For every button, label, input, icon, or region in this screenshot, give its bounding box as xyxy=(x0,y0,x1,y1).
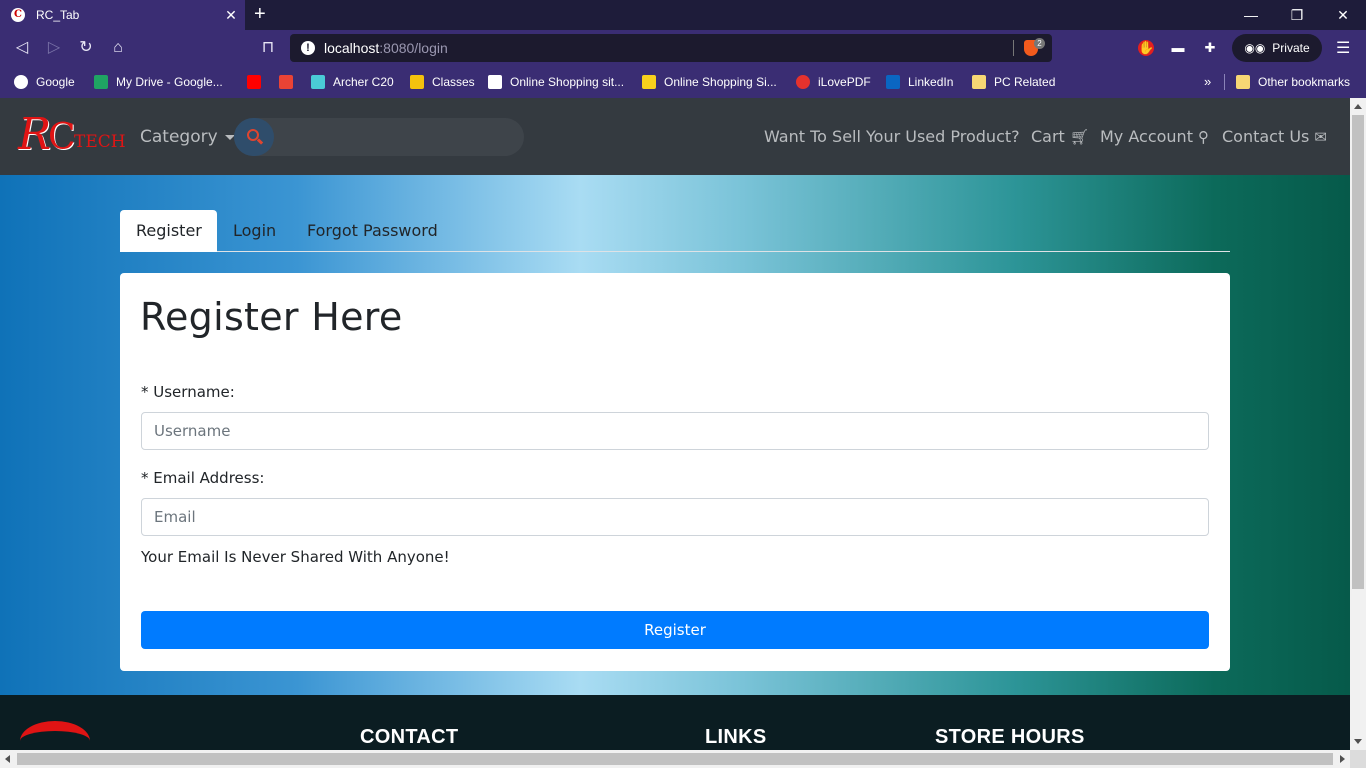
close-window-icon[interactable]: ✕ xyxy=(1320,0,1366,30)
youtube-icon xyxy=(247,75,261,89)
cart-icon: 🛒︎ xyxy=(1069,127,1089,146)
footer-logo xyxy=(20,721,90,750)
bookmarks-overflow-icon[interactable]: » xyxy=(1204,74,1211,89)
home-button[interactable]: ⌂ xyxy=(108,38,128,58)
tab-title: RC_Tab xyxy=(36,8,80,22)
bookmarks-bar: Google My Drive - Google... Archer C20 C… xyxy=(0,66,1366,98)
media-extension-icon[interactable]: ▬ xyxy=(1170,40,1186,56)
browser-tab-active[interactable]: C RC_Tab ✕ xyxy=(0,0,245,30)
footer-links-heading: LINKS xyxy=(705,726,767,748)
rctech-logo[interactable]: R C TECH xyxy=(18,109,126,161)
tab-register[interactable]: Register xyxy=(120,210,217,252)
shields-count-badge: 2 xyxy=(1034,38,1045,49)
linkedin-icon xyxy=(886,75,900,89)
search-bar xyxy=(234,118,524,156)
tab-forgot-password[interactable]: Forgot Password xyxy=(291,210,454,252)
bookmark-amazon[interactable]: Online Shopping sit... xyxy=(488,73,624,91)
bookmark-my-drive[interactable]: My Drive - Google... xyxy=(94,73,223,91)
forward-button[interactable]: ▷ xyxy=(44,38,64,58)
amazon-icon xyxy=(488,75,502,89)
tplink-icon xyxy=(311,75,325,89)
folder-icon xyxy=(972,75,986,89)
flipkart-icon xyxy=(642,75,656,89)
drive-icon xyxy=(94,75,108,89)
email-label: * Email Address: xyxy=(141,469,265,487)
address-separator xyxy=(1013,40,1014,56)
url-text[interactable]: localhost:8080/login xyxy=(324,40,448,56)
register-card: Register Here * Username: * Email Addres… xyxy=(120,273,1230,671)
adblock-extension-icon[interactable]: ✋ xyxy=(1138,40,1154,56)
nav-contact-link[interactable]: Contact Us ✉ xyxy=(1222,127,1327,146)
site-navbar: R C TECH Category Want To Sell Your Used… xyxy=(0,98,1350,175)
site-info-icon[interactable]: ! xyxy=(301,41,315,55)
user-icon: ⚲ xyxy=(1197,127,1209,146)
scroll-right-icon[interactable] xyxy=(1340,755,1345,763)
reload-button[interactable]: ↻ xyxy=(76,38,96,58)
private-label: Private xyxy=(1272,41,1310,55)
horizontal-scrollbar[interactable] xyxy=(0,750,1350,768)
page-title: Register Here xyxy=(140,295,403,339)
bookmark-flipkart[interactable]: Online Shopping Si... xyxy=(642,73,777,91)
bookmark-other[interactable]: Other bookmarks xyxy=(1236,73,1350,91)
email-field[interactable] xyxy=(141,498,1209,536)
bookmark-gmail[interactable] xyxy=(279,73,301,91)
browser-toolbar: ◁ ▷ ↻ ⌂ ⊓ ! localhost:8080/login 2 ✋ ▬ ✚… xyxy=(0,30,1366,66)
bookmark-classes[interactable]: Classes xyxy=(410,73,475,91)
bookmark-ilovepdf[interactable]: iLovePDF xyxy=(796,73,871,91)
browser-tab-strip: C RC_Tab ✕ + — ❐ ✕ xyxy=(0,0,1366,30)
scroll-left-icon[interactable] xyxy=(5,755,10,763)
back-button[interactable]: ◁ xyxy=(12,38,32,58)
register-button[interactable]: Register xyxy=(141,611,1209,649)
bookmark-linkedin[interactable]: LinkedIn xyxy=(886,73,953,91)
auth-tabs: Register Login Forgot Password xyxy=(120,210,1230,252)
site-favicon-icon: C xyxy=(11,8,25,22)
vertical-scrollbar[interactable] xyxy=(1350,98,1366,750)
google-icon xyxy=(14,75,28,89)
footer-hours-heading: STORE HOURS xyxy=(935,726,1085,748)
page-viewport: R C TECH Category Want To Sell Your Used… xyxy=(0,98,1350,750)
site-footer: CONTACT LINKS STORE HOURS xyxy=(0,695,1350,750)
search-input[interactable] xyxy=(278,118,518,156)
bookmark-pc-related[interactable]: PC Related xyxy=(972,73,1055,91)
restore-icon[interactable]: ❐ xyxy=(1274,0,1320,30)
tab-login[interactable]: Login xyxy=(217,210,292,252)
scroll-down-icon[interactable] xyxy=(1354,739,1362,744)
minimize-icon[interactable]: — xyxy=(1228,0,1274,30)
ilovepdf-icon xyxy=(796,75,810,89)
private-glasses-icon: ◉◉ xyxy=(1244,41,1266,55)
username-label: * Username: xyxy=(141,383,235,401)
vertical-scroll-thumb[interactable] xyxy=(1352,115,1364,589)
scrollbar-corner xyxy=(1350,750,1366,768)
horizontal-scroll-thumb[interactable] xyxy=(17,753,1333,765)
scroll-up-icon[interactable] xyxy=(1354,104,1362,109)
category-dropdown[interactable]: Category xyxy=(140,127,235,147)
bookmark-archer-c20[interactable]: Archer C20 xyxy=(311,73,394,91)
browser-menu-icon[interactable]: ☰ xyxy=(1336,38,1350,58)
new-tab-button[interactable]: + xyxy=(254,4,266,24)
nav-sell-link[interactable]: Want To Sell Your Used Product? xyxy=(764,127,1020,146)
email-help-text: Your Email Is Never Shared With Anyone! xyxy=(141,548,450,566)
footer-contact-heading: CONTACT xyxy=(360,726,459,748)
bookmark-youtube[interactable] xyxy=(247,73,269,91)
classroom-icon xyxy=(410,75,424,89)
bookmark-page-icon[interactable]: ⊓ xyxy=(258,38,278,58)
auth-section: Register Login Forgot Password Register … xyxy=(0,175,1350,695)
tab-close-icon[interactable]: ✕ xyxy=(223,7,239,24)
nav-account-link[interactable]: My Account ⚲ xyxy=(1100,127,1209,146)
bookmark-google[interactable]: Google xyxy=(14,73,75,91)
address-bar[interactable]: ! localhost:8080/login 2 xyxy=(290,34,1052,62)
private-window-badge[interactable]: ◉◉ Private xyxy=(1232,34,1322,62)
folder-icon xyxy=(1236,75,1250,89)
envelope-icon: ✉ xyxy=(1314,127,1327,146)
bookmarks-divider xyxy=(1224,74,1225,90)
gmail-icon xyxy=(279,75,293,89)
search-button[interactable] xyxy=(234,118,274,156)
nav-cart-link[interactable]: Cart 🛒︎ xyxy=(1031,127,1089,146)
username-field[interactable] xyxy=(141,412,1209,450)
extensions-puzzle-icon[interactable]: ✚ xyxy=(1202,40,1218,56)
